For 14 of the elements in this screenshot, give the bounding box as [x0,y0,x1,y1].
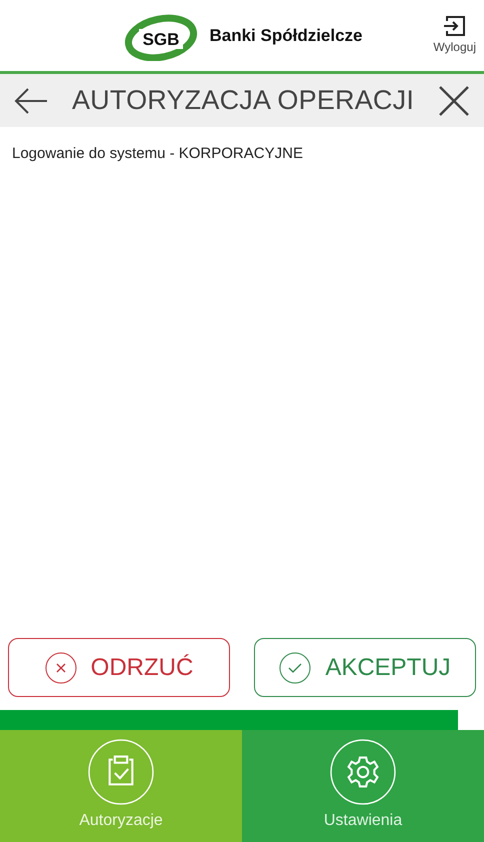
close-icon [44,652,77,684]
back-icon[interactable] [14,86,48,114]
accept-button[interactable]: AKCEPTUJ [254,638,476,697]
operation-description: Logowanie do systemu - KORPORACYJNE [12,145,303,162]
logout-icon [442,14,467,38]
close-icon[interactable] [438,84,470,116]
check-icon [279,652,312,684]
logout-button[interactable]: Wyloguj [433,14,476,56]
screen-title: AUTORYZACJA OPERACJI [72,84,414,118]
nav-tab[interactable]: Ustawienia [242,730,484,842]
brand-name: Banki Spółdzielcze [209,24,363,47]
gear-icon [330,739,396,805]
clipboard-icon [88,739,154,805]
reject-button[interactable]: ODRZUĆ [8,638,230,697]
